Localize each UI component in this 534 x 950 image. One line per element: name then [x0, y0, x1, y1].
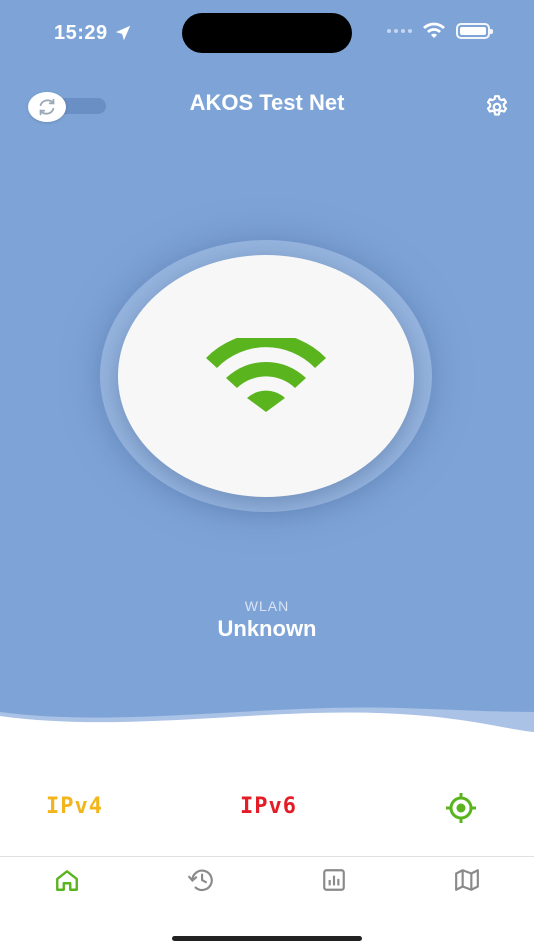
- home-icon: [56, 870, 78, 891]
- map-icon: [455, 869, 479, 891]
- tab-map[interactable]: [452, 867, 482, 893]
- tab-home[interactable]: [52, 867, 82, 893]
- status-bar-time: 15:29: [54, 20, 132, 46]
- tab-statistics[interactable]: [319, 867, 349, 893]
- gear-icon: [486, 95, 508, 116]
- signal-icon: [387, 29, 412, 33]
- settings-button[interactable]: [483, 93, 511, 121]
- tab-history[interactable]: [186, 867, 216, 893]
- start-test-button[interactable]: [118, 255, 414, 497]
- camera-notch: [182, 13, 352, 53]
- ipv4-label: IPv4: [46, 794, 103, 819]
- status-time-text: 15:29: [54, 21, 108, 44]
- page-title: AKOS Test Net: [189, 90, 345, 115]
- wifi-icon: [206, 338, 326, 412]
- history-icon: [188, 869, 213, 892]
- status-bar-icons: [387, 22, 493, 40]
- home-indicator[interactable]: [172, 936, 362, 941]
- network-name: Unknown: [217, 616, 317, 641]
- network-type-label: WLAN: [244, 598, 290, 614]
- statistics-icon: [323, 869, 345, 891]
- location-target-icon: [446, 793, 476, 823]
- ipv4-indicator: IPv4: [46, 794, 103, 819]
- battery-icon: [456, 23, 493, 39]
- ipv6-indicator: IPv6: [240, 794, 297, 819]
- wave-divider: [0, 707, 534, 750]
- ipv6-label: IPv6: [240, 794, 297, 819]
- wifi-icon: [423, 22, 445, 38]
- location-arrow-icon: [115, 25, 130, 41]
- app-screen: 15:29 AKOS Test Net WLAN Unknown IPv4 IP…: [0, 0, 534, 950]
